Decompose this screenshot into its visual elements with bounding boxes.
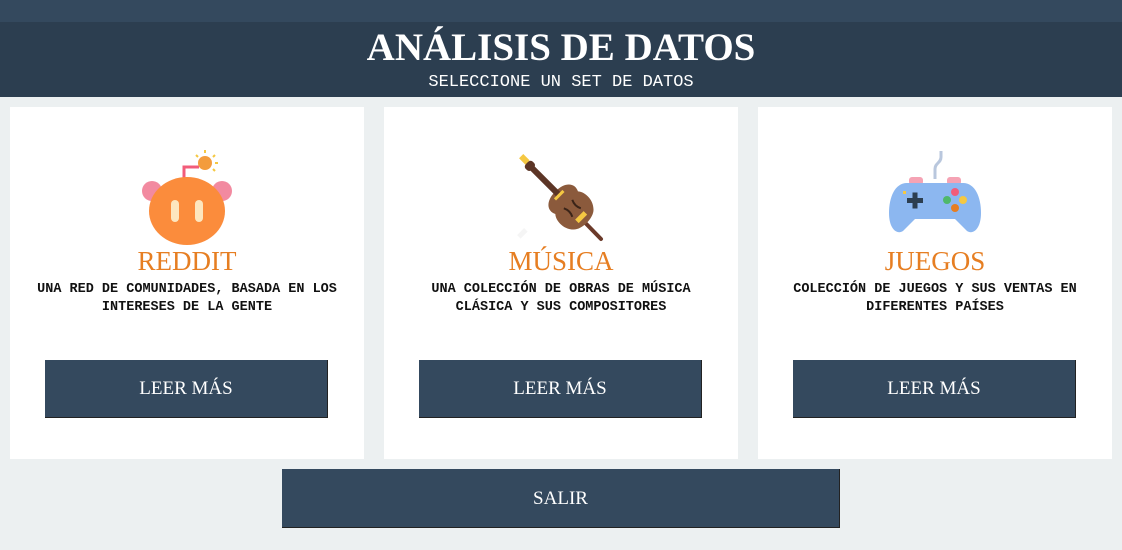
page-subtitle: SELECCIONE UN SET DE DATOS (428, 73, 694, 92)
card-title: REDDIT (137, 246, 237, 276)
gamepad-icon (889, 151, 981, 233)
header: ANÁLISIS DE DATOS SELECCIONE UN SET DE D… (0, 22, 1122, 97)
card-description: UNA RED DE COMUNIDADES, BASADA EN LOS IN… (37, 282, 337, 315)
salir-button[interactable]: SALIR (282, 469, 840, 528)
card-reddit: REDDIT UNA RED DE COMUNIDADES, BASADA EN… (10, 107, 364, 459)
violin-icon (517, 154, 603, 241)
card-title: JUEGOS (884, 246, 986, 276)
page-title: ANÁLISIS DE DATOS (366, 26, 756, 69)
card-title: MÚSICA (508, 246, 614, 276)
card-description: COLECCIÓN DE JUEGOS Y SUS VENTAS EN DIFE… (793, 282, 1077, 315)
reddit-robot-icon (142, 150, 232, 245)
top-strip (0, 0, 1122, 22)
card-juegos: JUEGOS COLECCIÓN DE JUEGOS Y SUS VENTAS … (758, 107, 1112, 459)
leer-mas-juegos-button[interactable]: LEER MÁS (793, 360, 1076, 418)
leer-mas-musica-button[interactable]: LEER MÁS (419, 360, 702, 418)
card-musica: MÚSICA UNA COLECCIÓN DE OBRAS DE MÚSICA … (384, 107, 738, 459)
leer-mas-reddit-button[interactable]: LEER MÁS (45, 360, 328, 418)
card-description: UNA COLECCIÓN DE OBRAS DE MÚSICA CLÁSICA… (431, 282, 691, 315)
